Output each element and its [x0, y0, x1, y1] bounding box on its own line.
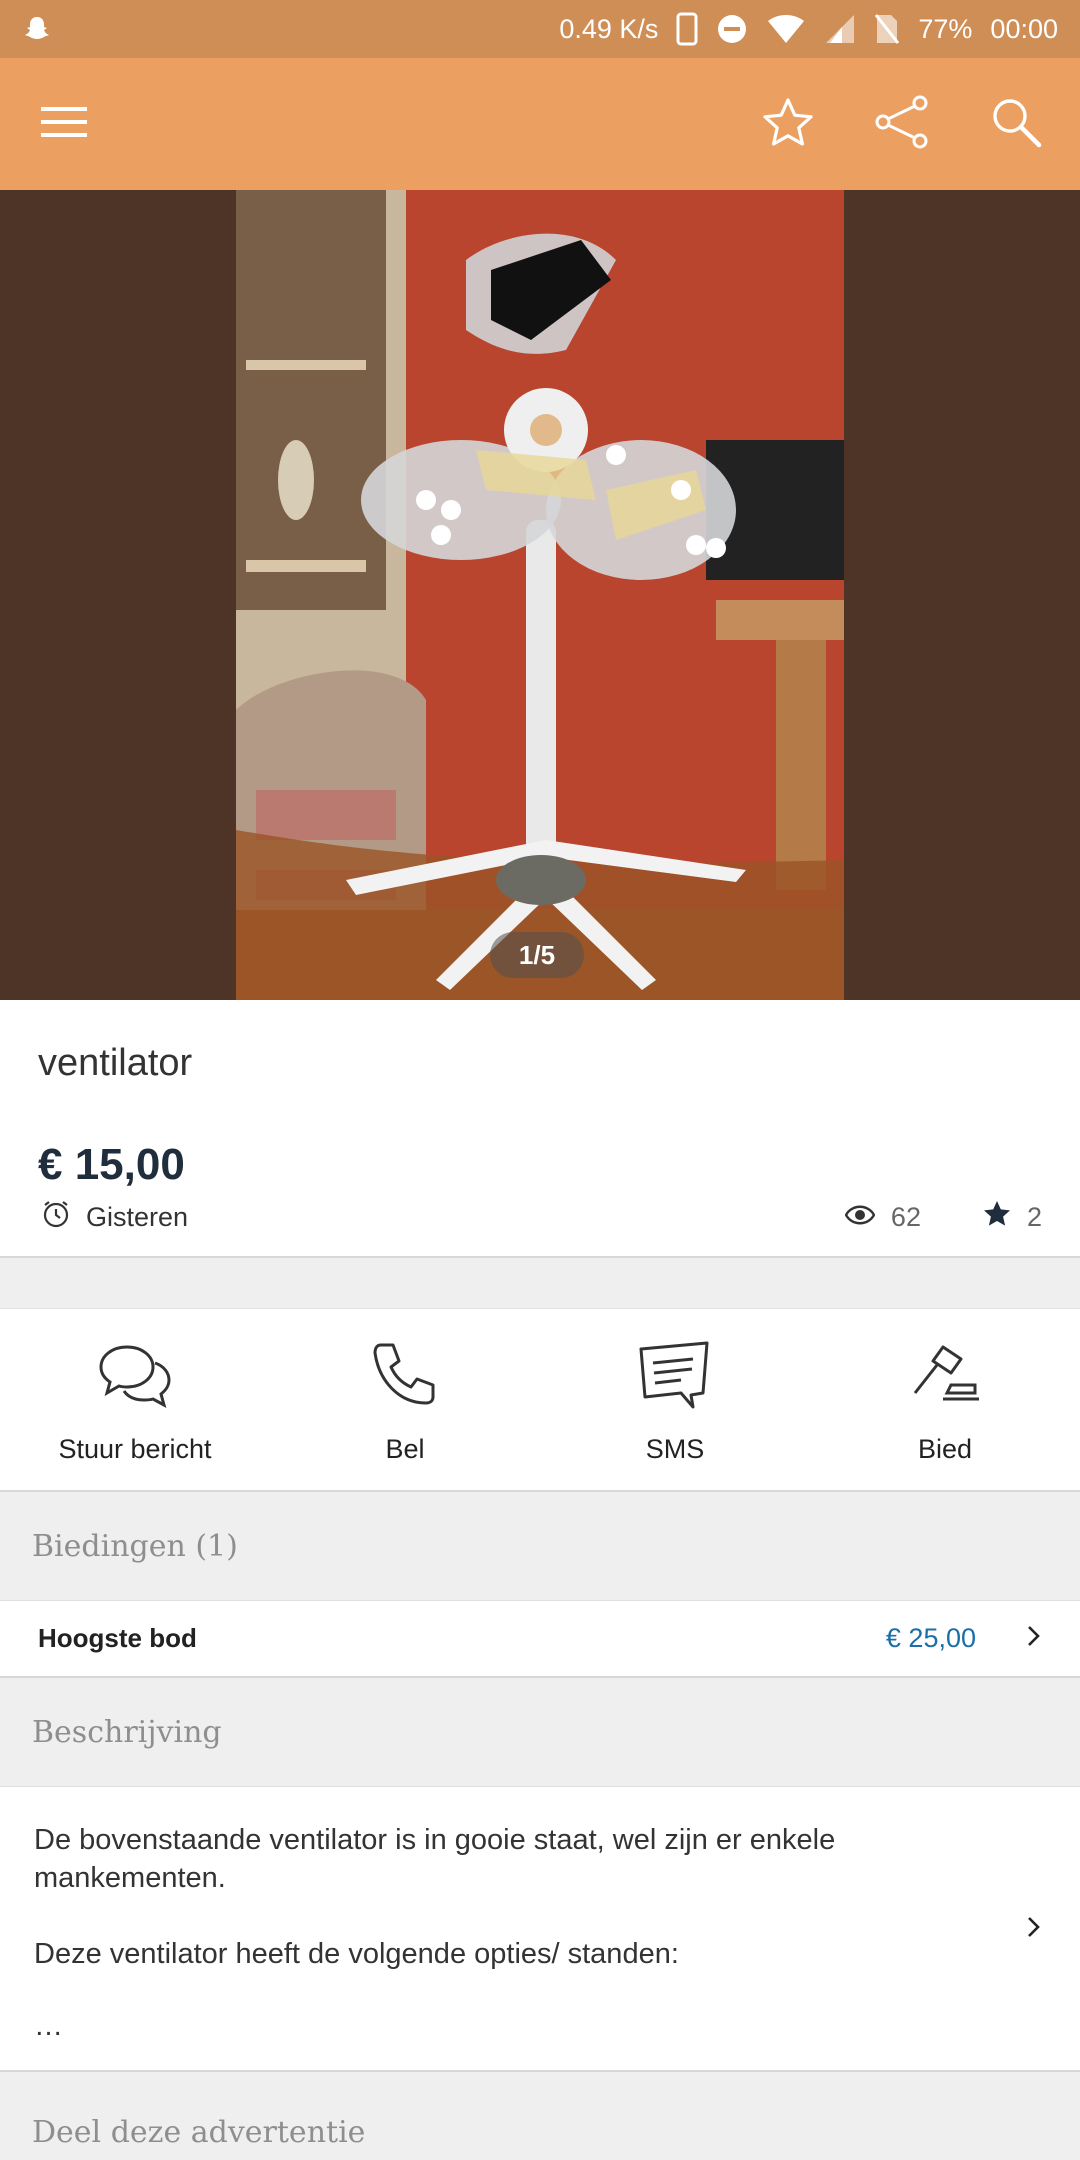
highest-bid-row[interactable]: Hoogste bod € 25,00	[0, 1600, 1080, 1678]
bid-label: Bied	[917, 1434, 973, 1464]
hamburger-icon	[41, 105, 87, 144]
app-bar	[0, 58, 1080, 190]
bid-button[interactable]: Bied	[810, 1309, 1080, 1490]
sms-button[interactable]: SMS	[540, 1309, 810, 1490]
wifi-icon	[766, 13, 806, 45]
do-not-disturb-icon	[716, 13, 748, 45]
send-message-label: Stuur bericht	[58, 1434, 212, 1464]
view-count: 62	[890, 1201, 921, 1232]
listing-stats: 62 2	[844, 1200, 1042, 1234]
eye-icon	[844, 1202, 876, 1233]
star-outline-icon	[762, 97, 814, 152]
photo-gallery[interactable]: 1/5	[0, 190, 1080, 1000]
call-label: Bel	[385, 1434, 425, 1464]
listing-price: € 15,00	[38, 1140, 185, 1189]
status-bar: 0.49 K/s 77% 00:00	[0, 0, 1080, 58]
favorite-button[interactable]	[748, 84, 828, 164]
network-speed: 0.49 K/s	[559, 13, 659, 44]
menu-button[interactable]	[24, 84, 104, 164]
description-paragraph-2: Deze ventilator heeft de volgende opties…	[34, 1938, 679, 1970]
sms-label: SMS	[645, 1434, 705, 1464]
highest-bid-label: Hoogste bod	[38, 1623, 197, 1653]
no-sim-icon	[874, 13, 900, 45]
clock-icon	[42, 1200, 70, 1235]
search-button[interactable]	[976, 84, 1056, 164]
gavel-icon	[907, 1341, 983, 1418]
listing-photo[interactable]	[236, 190, 844, 1000]
cell-signal-icon	[824, 13, 856, 45]
description-header: Beschrijving	[0, 1678, 1080, 1786]
star-icon	[983, 1200, 1011, 1234]
contact-actions: Stuur bericht Bel SMS Bied	[0, 1308, 1080, 1492]
sms-icon	[637, 1341, 713, 1418]
date-text: Gisteren	[86, 1202, 189, 1232]
share-button[interactable]	[862, 84, 942, 164]
description-paragraph-1: De bovenstaande ventilator is in gooie s…	[34, 1824, 836, 1894]
send-message-button[interactable]: Stuur bericht	[0, 1309, 270, 1490]
favorite-count: 2	[1026, 1201, 1042, 1232]
description-body[interactable]: De bovenstaande ventilator is in gooie s…	[0, 1786, 1080, 2072]
phone-vibrate-icon	[676, 12, 698, 46]
listing-title: ventilator	[38, 1042, 193, 1084]
share-header: Deel deze advertentie	[0, 2072, 1080, 2160]
phone-icon	[367, 1341, 443, 1418]
battery-level: 77%	[918, 13, 973, 44]
chevron-right-icon	[1026, 1911, 1042, 1949]
snapchat-notification-icon	[22, 14, 52, 44]
listing-date: Gisteren	[42, 1200, 188, 1235]
chevron-right-icon	[1026, 1624, 1042, 1653]
search-icon	[989, 95, 1043, 154]
chat-bubbles-icon	[97, 1341, 173, 1418]
share-icon	[874, 95, 930, 154]
description-ellipsis: …	[34, 2010, 63, 2042]
clock: 00:00	[990, 13, 1058, 44]
bids-header: Biedingen (1)	[0, 1492, 1080, 1600]
listing-summary: ventilator € 15,00 Gisteren 62 2	[0, 1000, 1080, 1258]
photo-counter: 1/5	[490, 932, 584, 978]
highest-bid-value: € 25,00	[885, 1623, 976, 1653]
call-button[interactable]: Bel	[270, 1309, 540, 1490]
